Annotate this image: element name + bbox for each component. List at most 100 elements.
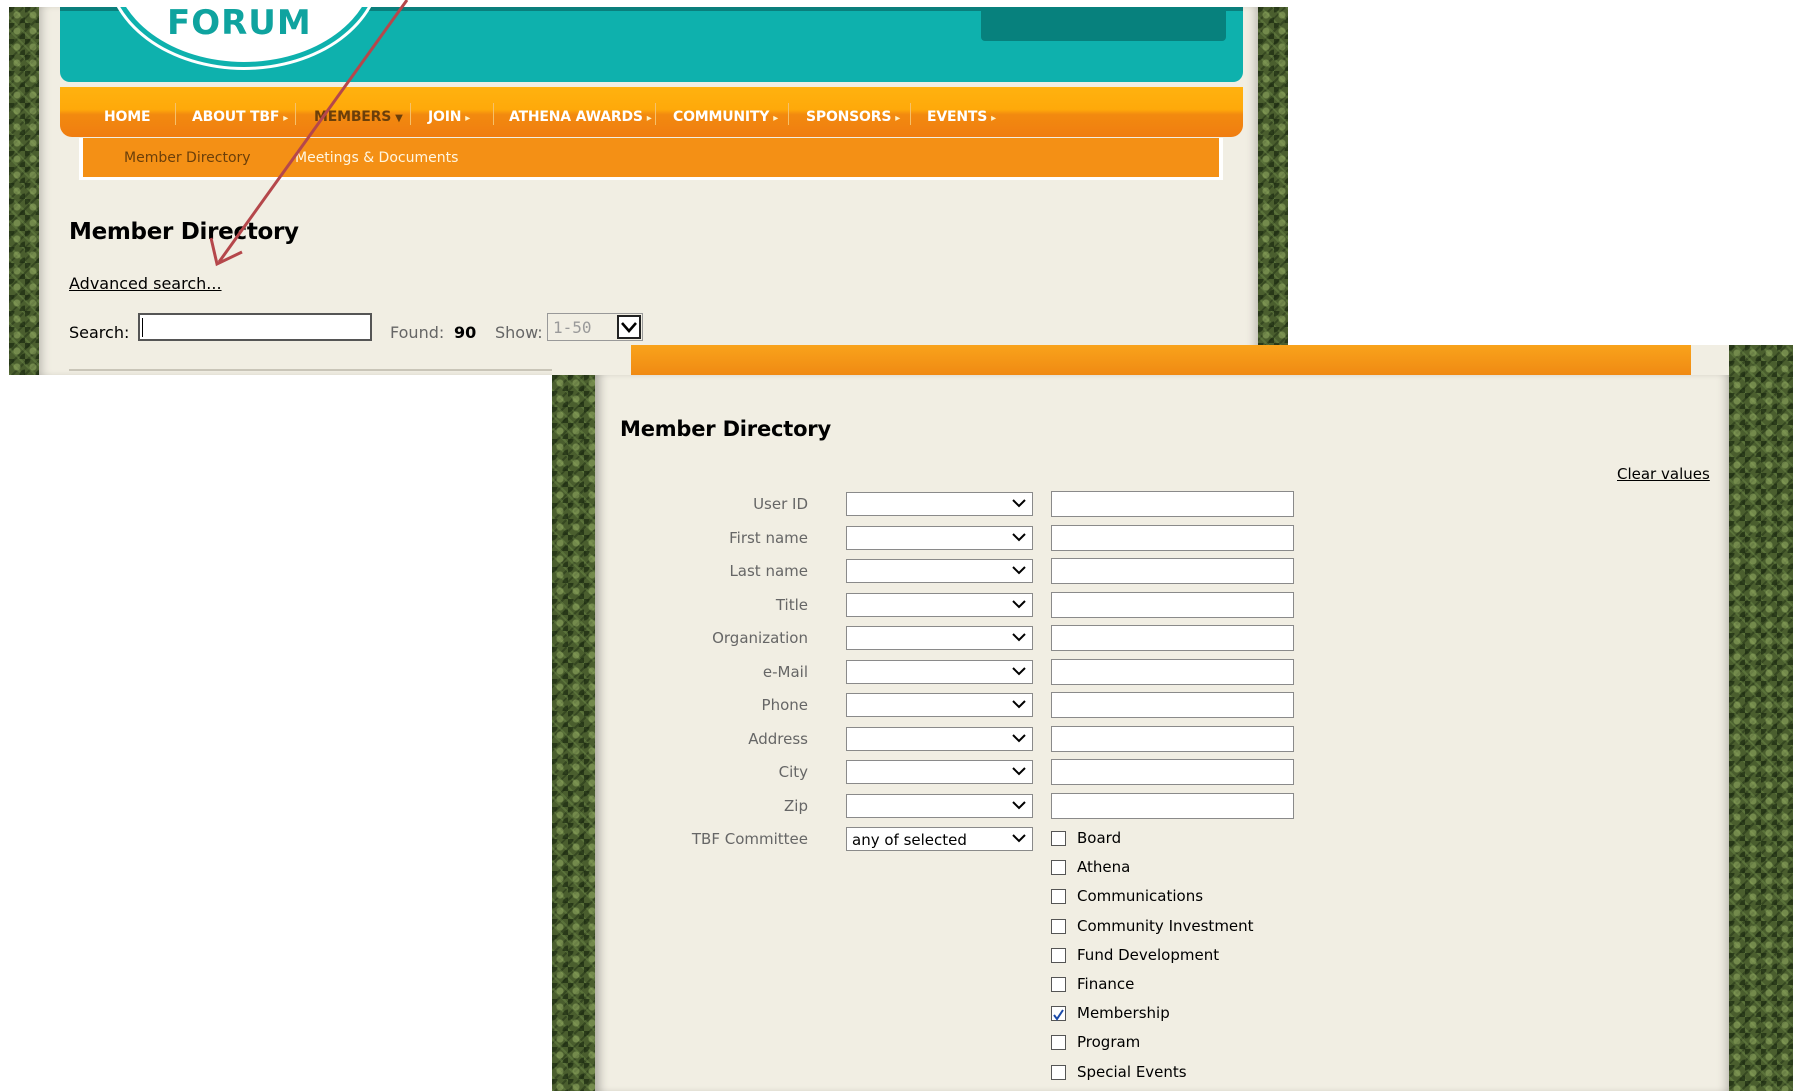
- field-value-input[interactable]: [1051, 725, 1294, 752]
- show-range-value: 1-50: [553, 318, 592, 337]
- field-value-input[interactable]: [1051, 759, 1294, 785]
- nav-item-about[interactable]: ABOUT TBF ▸: [192, 109, 288, 125]
- header-search-area: [981, 7, 1226, 41]
- nav-item-sponsors[interactable]: SPONSORS ▸: [806, 109, 900, 125]
- field-value-input[interactable]: [1051, 558, 1294, 584]
- chevron-down-icon: [1012, 731, 1026, 745]
- nav-separator: [410, 103, 411, 125]
- nav-separator: [788, 103, 789, 125]
- nav-item-athena-awards[interactable]: ATHENA AWARDS ▸: [509, 109, 652, 125]
- submenu-arrow-icon: ▸: [646, 113, 652, 124]
- background-pattern-right: [1258, 7, 1288, 375]
- field-operator-select[interactable]: [846, 592, 1033, 617]
- committee-checkbox[interactable]: [1051, 860, 1066, 876]
- submenu-arrow-icon: ▸: [895, 113, 901, 124]
- committee-mode-value: any of selected: [852, 831, 967, 849]
- sub-nav-meetings-documents[interactable]: Meetings & Documents: [295, 150, 458, 166]
- chevron-down-icon: [1012, 831, 1026, 845]
- committee-checkbox[interactable]: [1051, 947, 1066, 963]
- page-title: Member Directory: [69, 219, 299, 245]
- field-label: Title: [775, 595, 808, 614]
- page-title: Member Directory: [620, 417, 831, 441]
- advanced-search-link[interactable]: Advanced search...: [69, 274, 222, 293]
- field-operator-select[interactable]: [846, 492, 1033, 516]
- field-operator-select[interactable]: [846, 626, 1033, 650]
- committee-checkbox-label[interactable]: Membership: [1077, 1004, 1170, 1022]
- field-label: Address: [748, 729, 808, 748]
- clear-values-link[interactable]: Clear values: [1617, 465, 1710, 483]
- committee-checkbox-label[interactable]: Special Events: [1077, 1063, 1187, 1081]
- field-operator-select[interactable]: [846, 726, 1033, 751]
- committee-checkbox[interactable]: [1051, 977, 1066, 992]
- main-nav: HOME ABOUT TBF ▸ MEMBERS ▼ JOIN ▸ ATHENA AW…: [60, 87, 1243, 137]
- field-value-input[interactable]: [1051, 491, 1294, 517]
- field-operator-select[interactable]: [846, 525, 1033, 550]
- field-value-input[interactable]: [1051, 524, 1294, 551]
- chevron-down-icon: [1012, 597, 1026, 611]
- chevron-down-icon: [1012, 630, 1026, 644]
- nav-separator: [655, 103, 656, 125]
- background-pattern-left: [552, 375, 595, 1091]
- field-label: Organization: [712, 629, 808, 647]
- show-range-select[interactable]: 1-50: [547, 313, 643, 341]
- field-label: Last name: [729, 562, 808, 580]
- field-operator-select[interactable]: [846, 793, 1033, 818]
- field-operator-select[interactable]: [846, 693, 1033, 717]
- field-value-input[interactable]: [1051, 792, 1294, 819]
- chevron-down-icon: [1012, 798, 1026, 812]
- nav-separator: [493, 103, 494, 125]
- submenu-arrow-icon: ▸: [991, 113, 996, 124]
- field-value-input[interactable]: [1051, 625, 1294, 651]
- committee-checkbox-label[interactable]: Board: [1077, 829, 1121, 847]
- chevron-down-icon: [1012, 530, 1026, 544]
- committee-checkbox-label[interactable]: Fund Development: [1077, 946, 1219, 964]
- background-pattern-right: [1729, 345, 1793, 1091]
- sub-nav-edge: [631, 345, 1691, 375]
- field-label: User ID: [753, 495, 808, 513]
- chevron-down-icon: [1012, 764, 1026, 778]
- field-label: e-Mail: [762, 662, 808, 681]
- submenu-arrow-icon: ▸: [465, 113, 471, 124]
- committee-checkbox[interactable]: [1051, 1006, 1066, 1022]
- field-label: First name: [729, 528, 808, 547]
- nav-item-events[interactable]: EVENTS ▸: [927, 109, 996, 125]
- nav-item-join[interactable]: JOIN ▸: [428, 109, 470, 125]
- advanced-search-screenshot: Member Directory Clear values User ID Fir…: [552, 345, 1793, 1091]
- show-label: Show:: [495, 323, 543, 342]
- dropdown-arrow-icon: ▼: [395, 113, 403, 124]
- field-value-input[interactable]: [1051, 658, 1294, 685]
- background-pattern-left: [9, 7, 39, 375]
- field-value-input[interactable]: [1051, 591, 1294, 618]
- nav-item-members[interactable]: MEMBERS ▼: [314, 109, 403, 125]
- field-operator-select[interactable]: [846, 659, 1033, 684]
- nav-item-home[interactable]: HOME: [104, 109, 151, 125]
- field-operator-select[interactable]: [846, 760, 1033, 784]
- search-input[interactable]: [138, 313, 372, 341]
- committee-checkbox[interactable]: [1051, 918, 1066, 934]
- sub-nav: Member Directory Meetings & Documents: [79, 138, 1223, 180]
- committee-mode-select[interactable]: any of selected: [846, 827, 1033, 851]
- chevron-down-icon: [1012, 664, 1026, 678]
- nav-separator: [295, 103, 296, 125]
- nav-separator: [175, 103, 176, 125]
- committee-checkbox[interactable]: [1051, 1064, 1066, 1080]
- committee-checkbox-label[interactable]: Athena: [1077, 858, 1130, 876]
- committee-checkbox[interactable]: [1051, 831, 1066, 846]
- field-label: Phone: [761, 696, 808, 714]
- chevron-down-icon[interactable]: [617, 315, 641, 339]
- text-caret: [142, 318, 143, 337]
- committee-checkbox-label[interactable]: Community Investment: [1077, 917, 1254, 935]
- nav-separator: [910, 103, 911, 125]
- committee-label: TBF Committee: [691, 830, 808, 848]
- field-label: City: [778, 763, 808, 781]
- found-count: 90: [454, 323, 477, 342]
- field-operator-select[interactable]: [846, 559, 1033, 583]
- nav-item-community[interactable]: COMMUNITY ▸: [673, 109, 778, 125]
- committee-checkbox-label[interactable]: Communications: [1077, 887, 1203, 905]
- sub-nav-member-directory[interactable]: Member Directory: [124, 150, 251, 166]
- committee-checkbox[interactable]: [1051, 1035, 1066, 1051]
- committee-checkbox-label[interactable]: Program: [1077, 1033, 1140, 1051]
- committee-checkbox-label[interactable]: Finance: [1077, 975, 1134, 993]
- committee-checkbox[interactable]: [1051, 889, 1066, 905]
- field-value-input[interactable]: [1051, 692, 1294, 718]
